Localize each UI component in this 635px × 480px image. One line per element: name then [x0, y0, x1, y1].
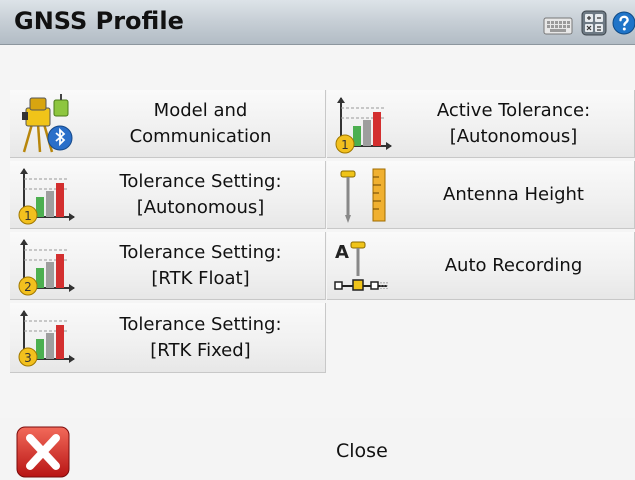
title-bar: GNSS Profile [0, 0, 635, 45]
tolerance-rtk-fixed-button[interactable]: 3 Tolerance Setting: [RTK Fixed] [10, 303, 326, 373]
antenna-height-label: Antenna Height [443, 183, 584, 205]
svg-text:A: A [335, 242, 349, 263]
tolerance-chart-2-icon: 2 [18, 239, 75, 296]
auto-recording-icon: A [334, 241, 388, 291]
active-tolerance-button[interactable]: 1 Active Tolerance: [Autonomous] [327, 90, 635, 158]
tolerance-autonomous-button[interactable]: 1 Tolerance Setting: [Autonomous] [10, 161, 326, 229]
model-communication-label: Model and Communication [129, 99, 272, 147]
tolerance-chart-1-icon: 1 [335, 97, 392, 154]
tolerance-rtk-fixed-label: Tolerance Setting: [RTK Fixed] [119, 313, 282, 361]
tolerance-rtk-float-button[interactable]: 2 Tolerance Setting: [RTK Float] [10, 232, 326, 300]
svg-text:1: 1 [24, 209, 32, 223]
model-communication-button[interactable]: Model and Communication [10, 90, 326, 158]
page-title: GNSS Profile [14, 7, 184, 35]
svg-text:1: 1 [341, 138, 349, 152]
tolerance-rtk-float-label: Tolerance Setting: [RTK Float] [119, 241, 282, 289]
auto-recording-label: Auto Recording [444, 254, 583, 276]
keyboard-icon[interactable] [543, 12, 573, 36]
tolerance-autonomous-label: Tolerance Setting: [Autonomous] [119, 170, 282, 218]
tolerance-chart-3-icon: 3 [18, 310, 75, 367]
close-label: Close [336, 440, 388, 462]
close-x-icon [16, 426, 70, 478]
close-button[interactable]: Close [0, 418, 635, 480]
help-icon[interactable] [612, 11, 635, 35]
svg-text:3: 3 [24, 351, 32, 365]
active-tolerance-label: Active Tolerance: [Autonomous] [436, 99, 591, 147]
auto-recording-button[interactable]: A Auto Recording [327, 232, 635, 300]
antenna-height-button[interactable]: Antenna Height [327, 161, 635, 229]
instrument-bluetooth-icon [22, 94, 73, 153]
antenna-height-icon [340, 168, 386, 223]
svg-text:2: 2 [24, 280, 32, 294]
tolerance-chart-1-icon: 1 [18, 168, 75, 225]
calculator-icon[interactable] [581, 10, 607, 36]
